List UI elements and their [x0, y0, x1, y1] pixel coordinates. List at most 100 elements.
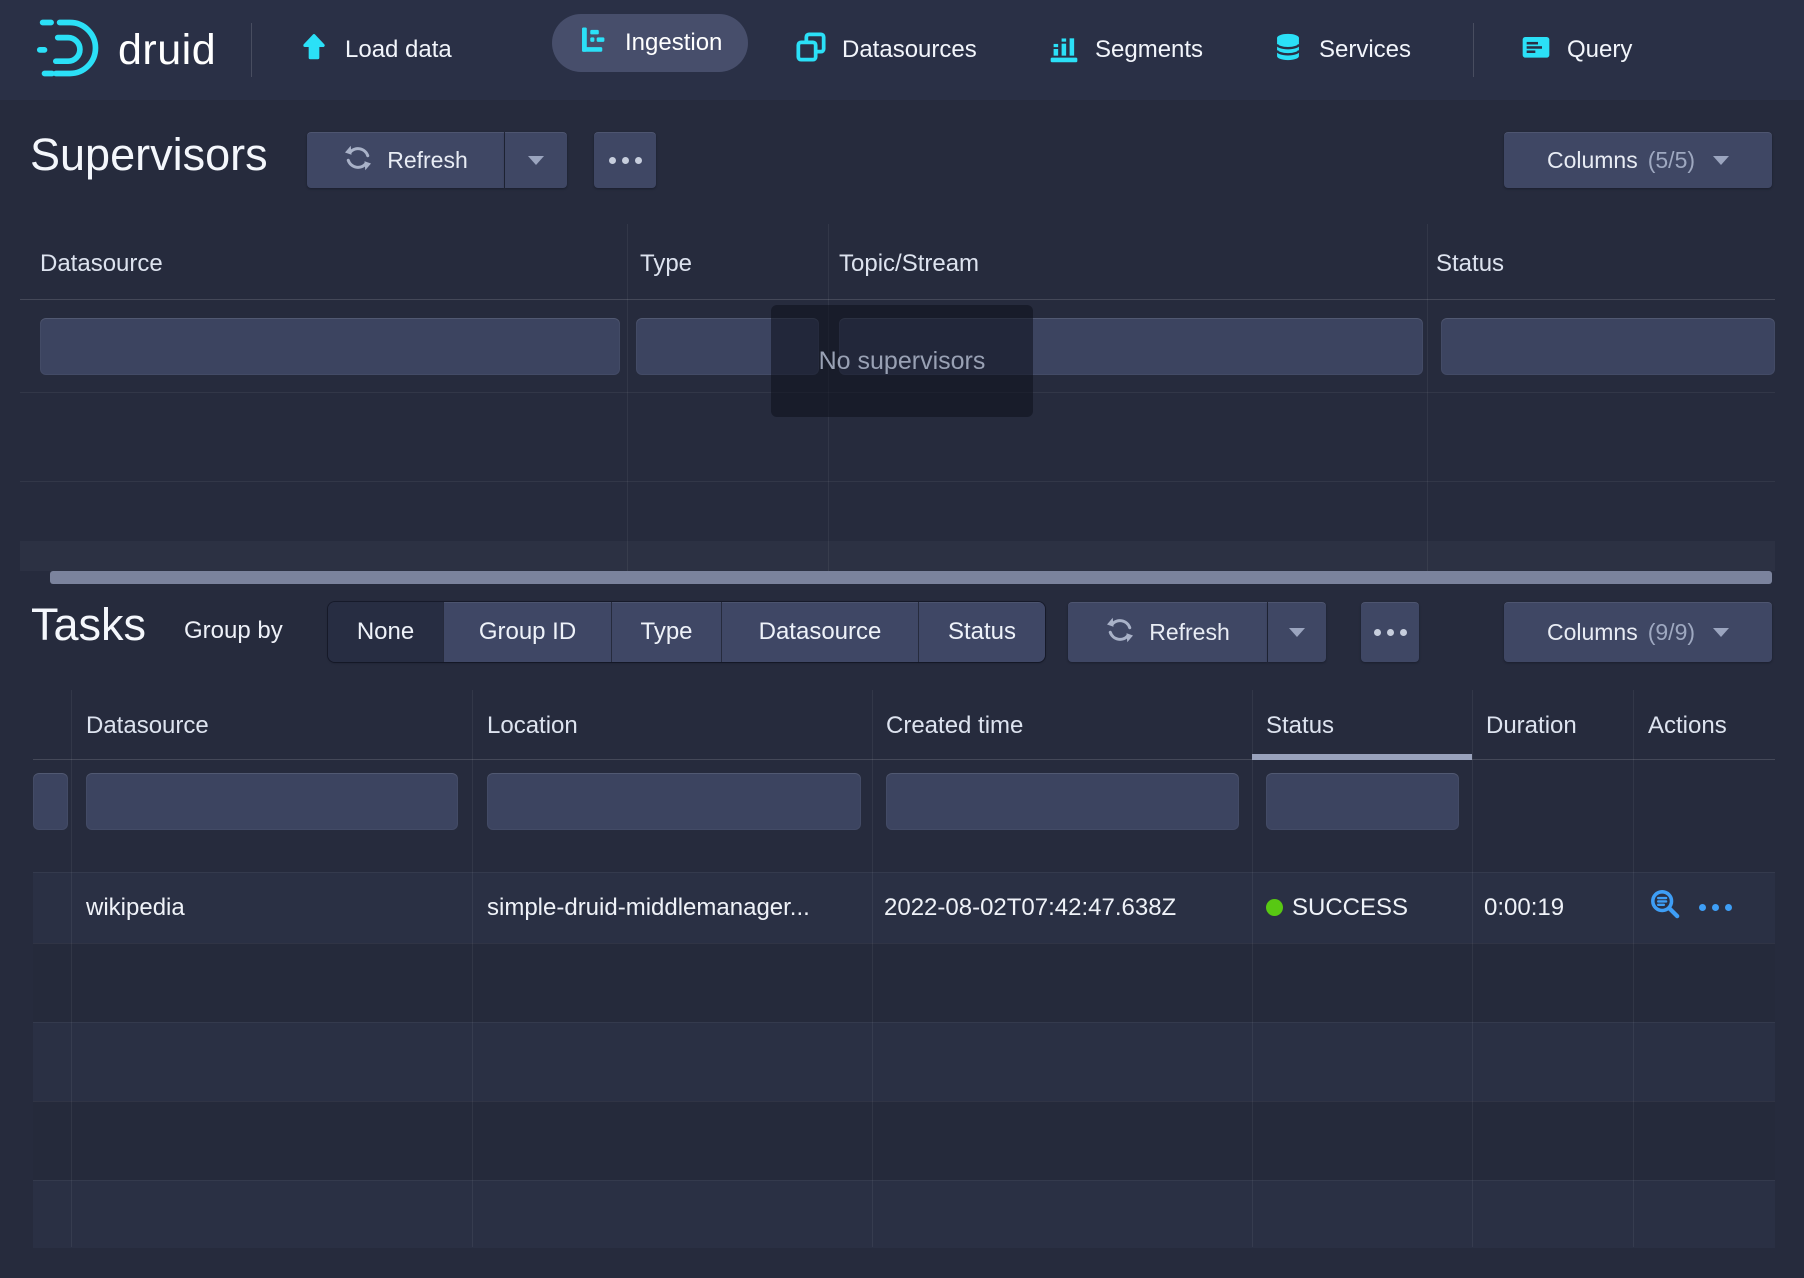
nav-divider	[251, 23, 252, 77]
more-icon	[1374, 629, 1407, 636]
column-divider	[71, 690, 72, 1247]
nav-item-query[interactable]: Query	[1520, 0, 1632, 100]
task-location: simple-druid-middlemanager...	[487, 872, 810, 943]
supervisors-horizontal-scrollbar[interactable]	[50, 571, 1772, 584]
task-status: SUCCESS	[1266, 872, 1408, 943]
chevron-down-icon	[1289, 628, 1305, 637]
task-actions	[1648, 872, 1732, 943]
tasks-filter-first-column[interactable]	[33, 773, 68, 830]
tasks-col-duration[interactable]: Duration	[1486, 712, 1577, 740]
supervisors-refresh-button[interactable]: Refresh	[307, 132, 504, 188]
refresh-icon	[343, 143, 373, 178]
nav-label: Load data	[345, 36, 452, 64]
tasks-col-created-time[interactable]: Created time	[886, 712, 1023, 740]
tasks-filter-location[interactable]	[487, 773, 861, 830]
supervisors-title: Supervisors	[30, 130, 268, 180]
nav-label: Services	[1319, 36, 1411, 64]
supervisors-col-datasource[interactable]: Datasource	[40, 250, 163, 278]
task-duration: 0:00:19	[1484, 872, 1564, 943]
column-divider	[627, 224, 628, 571]
supervisors-filter-datasource[interactable]	[40, 318, 620, 375]
task-created-time: 2022-08-02T07:42:47.638Z	[884, 872, 1176, 943]
task-row-cells: wikipedia simple-druid-middlemanager... …	[33, 872, 1775, 943]
tasks-filter-created-time[interactable]	[886, 773, 1239, 830]
task-datasource: wikipedia	[86, 872, 185, 943]
column-divider	[1427, 224, 1428, 571]
nav-item-ingestion[interactable]: Ingestion	[552, 14, 748, 72]
column-divider	[872, 690, 873, 1247]
empty-row	[33, 943, 1775, 1023]
services-icon	[1272, 31, 1304, 70]
column-divider	[1633, 690, 1634, 1247]
status-text: SUCCESS	[1292, 894, 1408, 922]
brand-name: druid	[118, 26, 216, 75]
supervisors-refresh-caret-button[interactable]	[505, 132, 567, 188]
header-divider	[33, 759, 1775, 760]
empty-message: No supervisors	[819, 347, 986, 376]
no-supervisors-overlay: No supervisors	[771, 305, 1033, 417]
supervisors-col-type[interactable]: Type	[640, 250, 692, 278]
tasks-filter-status[interactable]	[1266, 773, 1459, 830]
supervisors-col-topic-stream[interactable]: Topic/Stream	[839, 250, 979, 278]
columns-label: Columns	[1547, 619, 1638, 646]
tasks-filter-datasource[interactable]	[86, 773, 458, 830]
header-divider	[20, 299, 1775, 300]
empty-row	[33, 1180, 1775, 1248]
group-by-datasource[interactable]: Datasource	[722, 602, 918, 662]
tasks-refresh-caret-button[interactable]	[1268, 602, 1326, 662]
chevron-down-icon	[1713, 156, 1729, 165]
column-divider	[472, 690, 473, 1247]
tasks-col-location[interactable]: Location	[487, 712, 578, 740]
sort-indicator-status	[1252, 754, 1472, 760]
row-divider	[20, 481, 1775, 482]
group-by-type[interactable]: Type	[612, 602, 721, 662]
tasks-col-actions[interactable]: Actions	[1648, 712, 1727, 740]
tasks-col-datasource[interactable]: Datasource	[86, 712, 209, 740]
nav-item-services[interactable]: Services	[1272, 0, 1411, 100]
refresh-label: Refresh	[1149, 619, 1230, 646]
empty-row	[33, 1022, 1775, 1102]
nav-divider	[1473, 23, 1474, 77]
group-by-label: Group by	[184, 617, 283, 645]
task-detail-magnifier-icon[interactable]	[1648, 887, 1682, 928]
druid-logo-icon	[36, 14, 104, 87]
columns-count: (9/9)	[1648, 619, 1695, 646]
tasks-table: Datasource Location Created time Status …	[33, 690, 1775, 1247]
column-divider	[1472, 690, 1473, 1247]
nav-label: Ingestion	[625, 29, 722, 57]
status-success-dot	[1266, 899, 1283, 916]
supervisors-col-status[interactable]: Status	[1436, 250, 1504, 278]
druid-logo[interactable]: druid	[36, 0, 216, 100]
supervisors-more-button[interactable]	[594, 132, 656, 188]
query-icon	[1520, 31, 1552, 70]
nav-label: Segments	[1095, 36, 1203, 64]
nav-label: Query	[1567, 36, 1632, 64]
tasks-refresh-button[interactable]: Refresh	[1068, 602, 1267, 662]
nav-label: Datasources	[842, 36, 977, 64]
refresh-label: Refresh	[387, 147, 468, 174]
columns-label: Columns	[1547, 147, 1638, 174]
segments-icon	[1048, 31, 1080, 70]
tasks-more-button[interactable]	[1361, 602, 1419, 662]
chevron-down-icon	[1713, 628, 1729, 637]
nav-item-load-data[interactable]: Load data	[298, 0, 452, 100]
tasks-columns-button[interactable]: Columns (9/9)	[1504, 602, 1772, 662]
group-by-group-id[interactable]: Group ID	[444, 602, 611, 662]
columns-count: (5/5)	[1648, 147, 1695, 174]
task-more-actions-icon[interactable]	[1699, 904, 1732, 911]
supervisors-columns-button[interactable]: Columns (5/5)	[1504, 132, 1772, 188]
tasks-col-status[interactable]: Status	[1266, 712, 1334, 740]
refresh-icon	[1105, 615, 1135, 650]
group-by-none[interactable]: None	[328, 602, 443, 662]
empty-row	[33, 1101, 1775, 1181]
column-divider	[1252, 690, 1253, 1247]
upload-icon	[298, 31, 330, 70]
datasources-icon	[795, 31, 827, 70]
group-by-segmented-control: None Group ID Type Datasource Status	[328, 602, 1045, 662]
nav-item-segments[interactable]: Segments	[1048, 0, 1203, 100]
nav-item-datasources[interactable]: Datasources	[795, 0, 977, 100]
ingestion-icon	[578, 24, 610, 63]
more-icon	[609, 157, 642, 164]
group-by-status[interactable]: Status	[919, 602, 1045, 662]
supervisors-filter-status[interactable]	[1441, 318, 1775, 375]
